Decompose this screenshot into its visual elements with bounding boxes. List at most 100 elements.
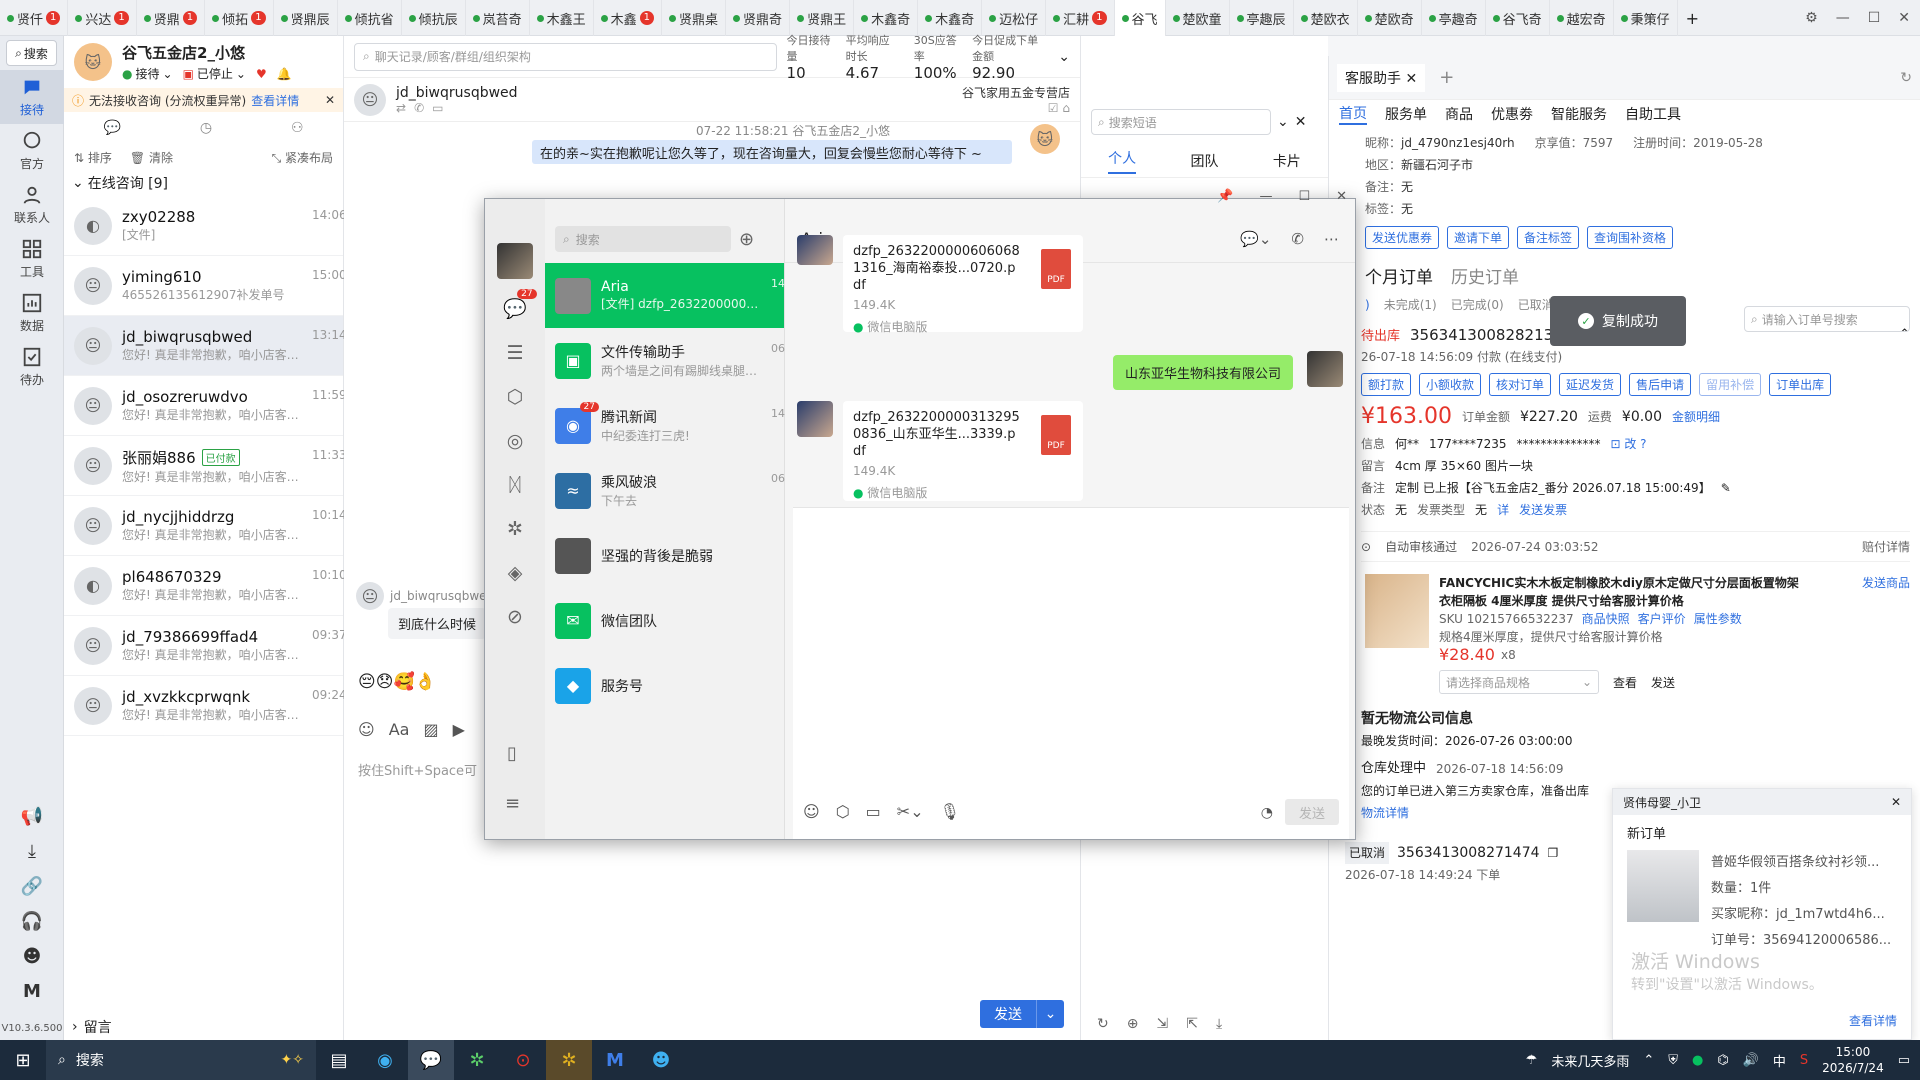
scissors-icon[interactable]: ✂⌄ xyxy=(897,802,924,821)
tab-card[interactable]: 卡片 xyxy=(1273,151,1301,171)
top-tab[interactable]: 谷飞奇 xyxy=(1486,0,1550,36)
online-header[interactable]: ⌄ 在线咨询 [9] xyxy=(64,170,343,196)
clock[interactable]: 15:00 2026/7/24 xyxy=(1822,1044,1884,1076)
order-action-button[interactable]: 核对订单 xyxy=(1489,373,1552,396)
conversation-item[interactable]: 😐 张丽娟886 已付款 您好! 真是非常抱歉，咱小店客服... 11:33 xyxy=(64,436,347,496)
order-notification[interactable]: 贤伟母婴_小卫 ✕ 新订单 普姬华假领百搭条纹衬衫领... 数量：1件 买家昵称：jd… xyxy=(1612,788,1912,1040)
mic-icon[interactable]: 🎙 xyxy=(940,802,960,821)
conversation-item[interactable]: 😐 jd_79386699ffad4 您好! 真是非常抱歉，咱小店客服... 09:3… xyxy=(64,616,347,676)
conversation-item[interactable]: 😐 jd_osozreruwdvo 您好! 真是非常抱歉，咱小店客服... 11:59 xyxy=(64,376,347,436)
filter-unfinished[interactable]: 未完成(1) xyxy=(1384,296,1437,313)
nav-tools[interactable]: 工具 xyxy=(0,232,64,286)
moments-icon[interactable]: ◎ xyxy=(507,430,524,452)
task-view-icon[interactable]: ▤ xyxy=(316,1040,362,1080)
add-tab-icon[interactable]: + xyxy=(1439,67,1454,88)
edit-icon[interactable]: ✎ xyxy=(1721,477,1731,499)
add-tab-icon[interactable]: + xyxy=(1678,9,1707,28)
sort-button[interactable]: ⇅ 排序 xyxy=(74,149,112,166)
emoji-bar[interactable]: 😔😞🥰👌 xyxy=(358,672,436,692)
nav-todo[interactable]: 待办 xyxy=(0,340,64,394)
copy-icon[interactable]: ❐ xyxy=(1548,842,1559,864)
wechat-chat-item[interactable]: Aria[文件] dzfp_2632200000313...14:57 xyxy=(545,263,803,328)
menu-icon[interactable]: ≡ xyxy=(505,793,520,814)
message-folder[interactable]: › 留言 xyxy=(72,1014,112,1040)
weather-text[interactable]: 未来几天多雨 xyxy=(1551,1051,1629,1070)
conversation-item[interactable]: 😐 jd_xvzkkcprwqnk 您好! 真是非常抱歉，咱小店客服... 09:24 xyxy=(64,676,347,736)
shield-icon[interactable]: ⛨ xyxy=(1668,1053,1678,1068)
contacts-icon[interactable]: ☰ xyxy=(506,342,523,364)
search-icon[interactable]: ✲ xyxy=(507,518,523,540)
app-blue-icon[interactable]: ☻ xyxy=(638,1040,684,1080)
customer-action-button[interactable]: 发送优惠券 xyxy=(1365,226,1440,249)
top-tab[interactable]: 贤鼎 1 xyxy=(137,0,206,36)
stopped-status[interactable]: ▣ 已停止 ⌄ xyxy=(183,65,246,82)
wechat-chat-item[interactable]: ◆ 服务号 xyxy=(545,653,784,718)
nav-search[interactable]: ⌕ 搜索 xyxy=(6,40,57,66)
app-s-icon[interactable]: S xyxy=(1800,1053,1808,1068)
input-hint[interactable]: 按住Shift+Space可 xyxy=(358,760,477,779)
heart-icon[interactable]: ♥ xyxy=(256,67,267,81)
chat-search-input[interactable]: ⌕ 聊天记录/顾客/群组/组织架构 xyxy=(354,42,777,71)
app-red-icon[interactable]: ⊙ xyxy=(500,1040,546,1080)
emoji-icon[interactable]: ☺ xyxy=(358,720,375,739)
phrase-search-input[interactable]: ⌕ 搜索短语 xyxy=(1091,109,1271,135)
order-action-button[interactable]: 订单出库 xyxy=(1769,373,1832,396)
top-tab[interactable]: 贤仟 1 xyxy=(0,0,69,36)
top-tab[interactable]: 楚欧奇 xyxy=(1358,0,1422,36)
my-avatar[interactable] xyxy=(497,243,533,279)
emoji-icon[interactable]: ☺ xyxy=(803,802,820,821)
voice-call-icon[interactable]: ◔ xyxy=(1261,805,1273,821)
app-gold-icon[interactable]: ✲ xyxy=(546,1040,592,1080)
close-icon[interactable]: ✕ xyxy=(1898,10,1910,26)
comment-icon[interactable]: ▭ xyxy=(432,101,443,115)
file-message-2[interactable]: dzfp_26322000003132950836_山东亚华生...3339.p… xyxy=(843,401,1083,501)
weather-icon[interactable]: ☂ xyxy=(1526,1053,1538,1068)
folder-icon[interactable]: ▭ xyxy=(866,802,881,821)
alert-close-icon[interactable]: ✕ xyxy=(325,93,335,107)
export-icon[interactable]: ⇱ xyxy=(1186,1016,1198,1032)
headset-icon[interactable]: 🎧 xyxy=(21,911,43,932)
phone-icon[interactable]: ✆ xyxy=(1291,230,1304,248)
top-tab[interactable]: 木鑫 1 xyxy=(594,0,663,36)
wechat-chat-item[interactable]: ≈乘风破浪下午去06/28 xyxy=(545,458,803,523)
alert-detail-link[interactable]: 查看详情 xyxy=(251,92,299,109)
wechat-chat-item[interactable]: ▣文件传输助手两个墙是之间有踢脚线桌腿那...06/28 xyxy=(545,328,803,393)
conversation-item[interactable]: 😐 jd_nycjjhiddrzg 您好! 真是非常抱歉，咱小店客服... 10:14 xyxy=(64,496,347,556)
volume-icon[interactable]: 🔊 xyxy=(1743,1053,1759,1068)
m-logo-icon[interactable]: M xyxy=(23,981,41,1002)
font-icon[interactable]: Aa xyxy=(389,720,410,739)
transfer-icon[interactable]: ⇄ xyxy=(396,101,406,115)
network-icon[interactable]: ⌬ xyxy=(1717,1053,1728,1068)
robot-icon[interactable]: ☻ xyxy=(23,946,42,967)
order-search-input[interactable]: ⌕ 请输入订单号搜索 xyxy=(1744,306,1910,332)
group-icon[interactable]: ⚇ xyxy=(291,120,304,136)
nav-reception[interactable]: 接待 xyxy=(0,70,64,124)
edge-icon[interactable]: ◉ xyxy=(362,1040,408,1080)
tab-history-orders[interactable]: 历史订单 xyxy=(1451,263,1519,288)
chat-bubble-icon[interactable]: 💬 xyxy=(103,120,120,136)
reception-status[interactable]: ● 接待 ⌄ xyxy=(122,65,173,82)
top-tab[interactable]: 岚苔奇 xyxy=(466,0,530,36)
favorites-icon[interactable]: ⬡ xyxy=(507,386,524,408)
link-icon[interactable]: 🔗 xyxy=(21,876,43,897)
notification-icon[interactable]: ▭ xyxy=(1898,1053,1910,1068)
message-input[interactable]: ☺ ⬡ ▭ ✂⌄ 🎙 ◔ 发送 xyxy=(793,507,1349,839)
bell-icon[interactable]: 🔔 xyxy=(277,67,292,81)
order-action-button[interactable]: 小额收款 xyxy=(1419,373,1482,396)
top-tab[interactable]: 越宏奇 xyxy=(1550,0,1614,36)
filter-finished[interactable]: 已完成(0) xyxy=(1451,296,1504,313)
tab-personal[interactable]: 个人 xyxy=(1108,148,1137,174)
chats-icon[interactable]: 💬 27 xyxy=(503,289,537,320)
import-icon[interactable]: ⇲ xyxy=(1156,1016,1168,1032)
chat-icon[interactable]: 💬⌄ xyxy=(1240,230,1271,248)
logistics-detail-link[interactable]: 物流详情 xyxy=(1361,802,1599,824)
download-icon[interactable]: ⤓ xyxy=(28,841,36,862)
top-tab[interactable]: 谷飞 xyxy=(1114,0,1166,36)
top-tab[interactable]: 木鑫王 xyxy=(530,0,594,36)
refresh-icon[interactable]: ↻ xyxy=(1097,1016,1109,1032)
tab-0[interactable]: 首页 xyxy=(1339,103,1367,125)
wechat-taskbar-icon[interactable]: 💬 xyxy=(408,1040,454,1080)
spec-select[interactable]: 请选择商品规格 ⌄ xyxy=(1439,670,1599,694)
send-product-link[interactable]: 发送商品 xyxy=(1862,574,1910,591)
ime-indicator[interactable]: 中 xyxy=(1773,1051,1786,1070)
